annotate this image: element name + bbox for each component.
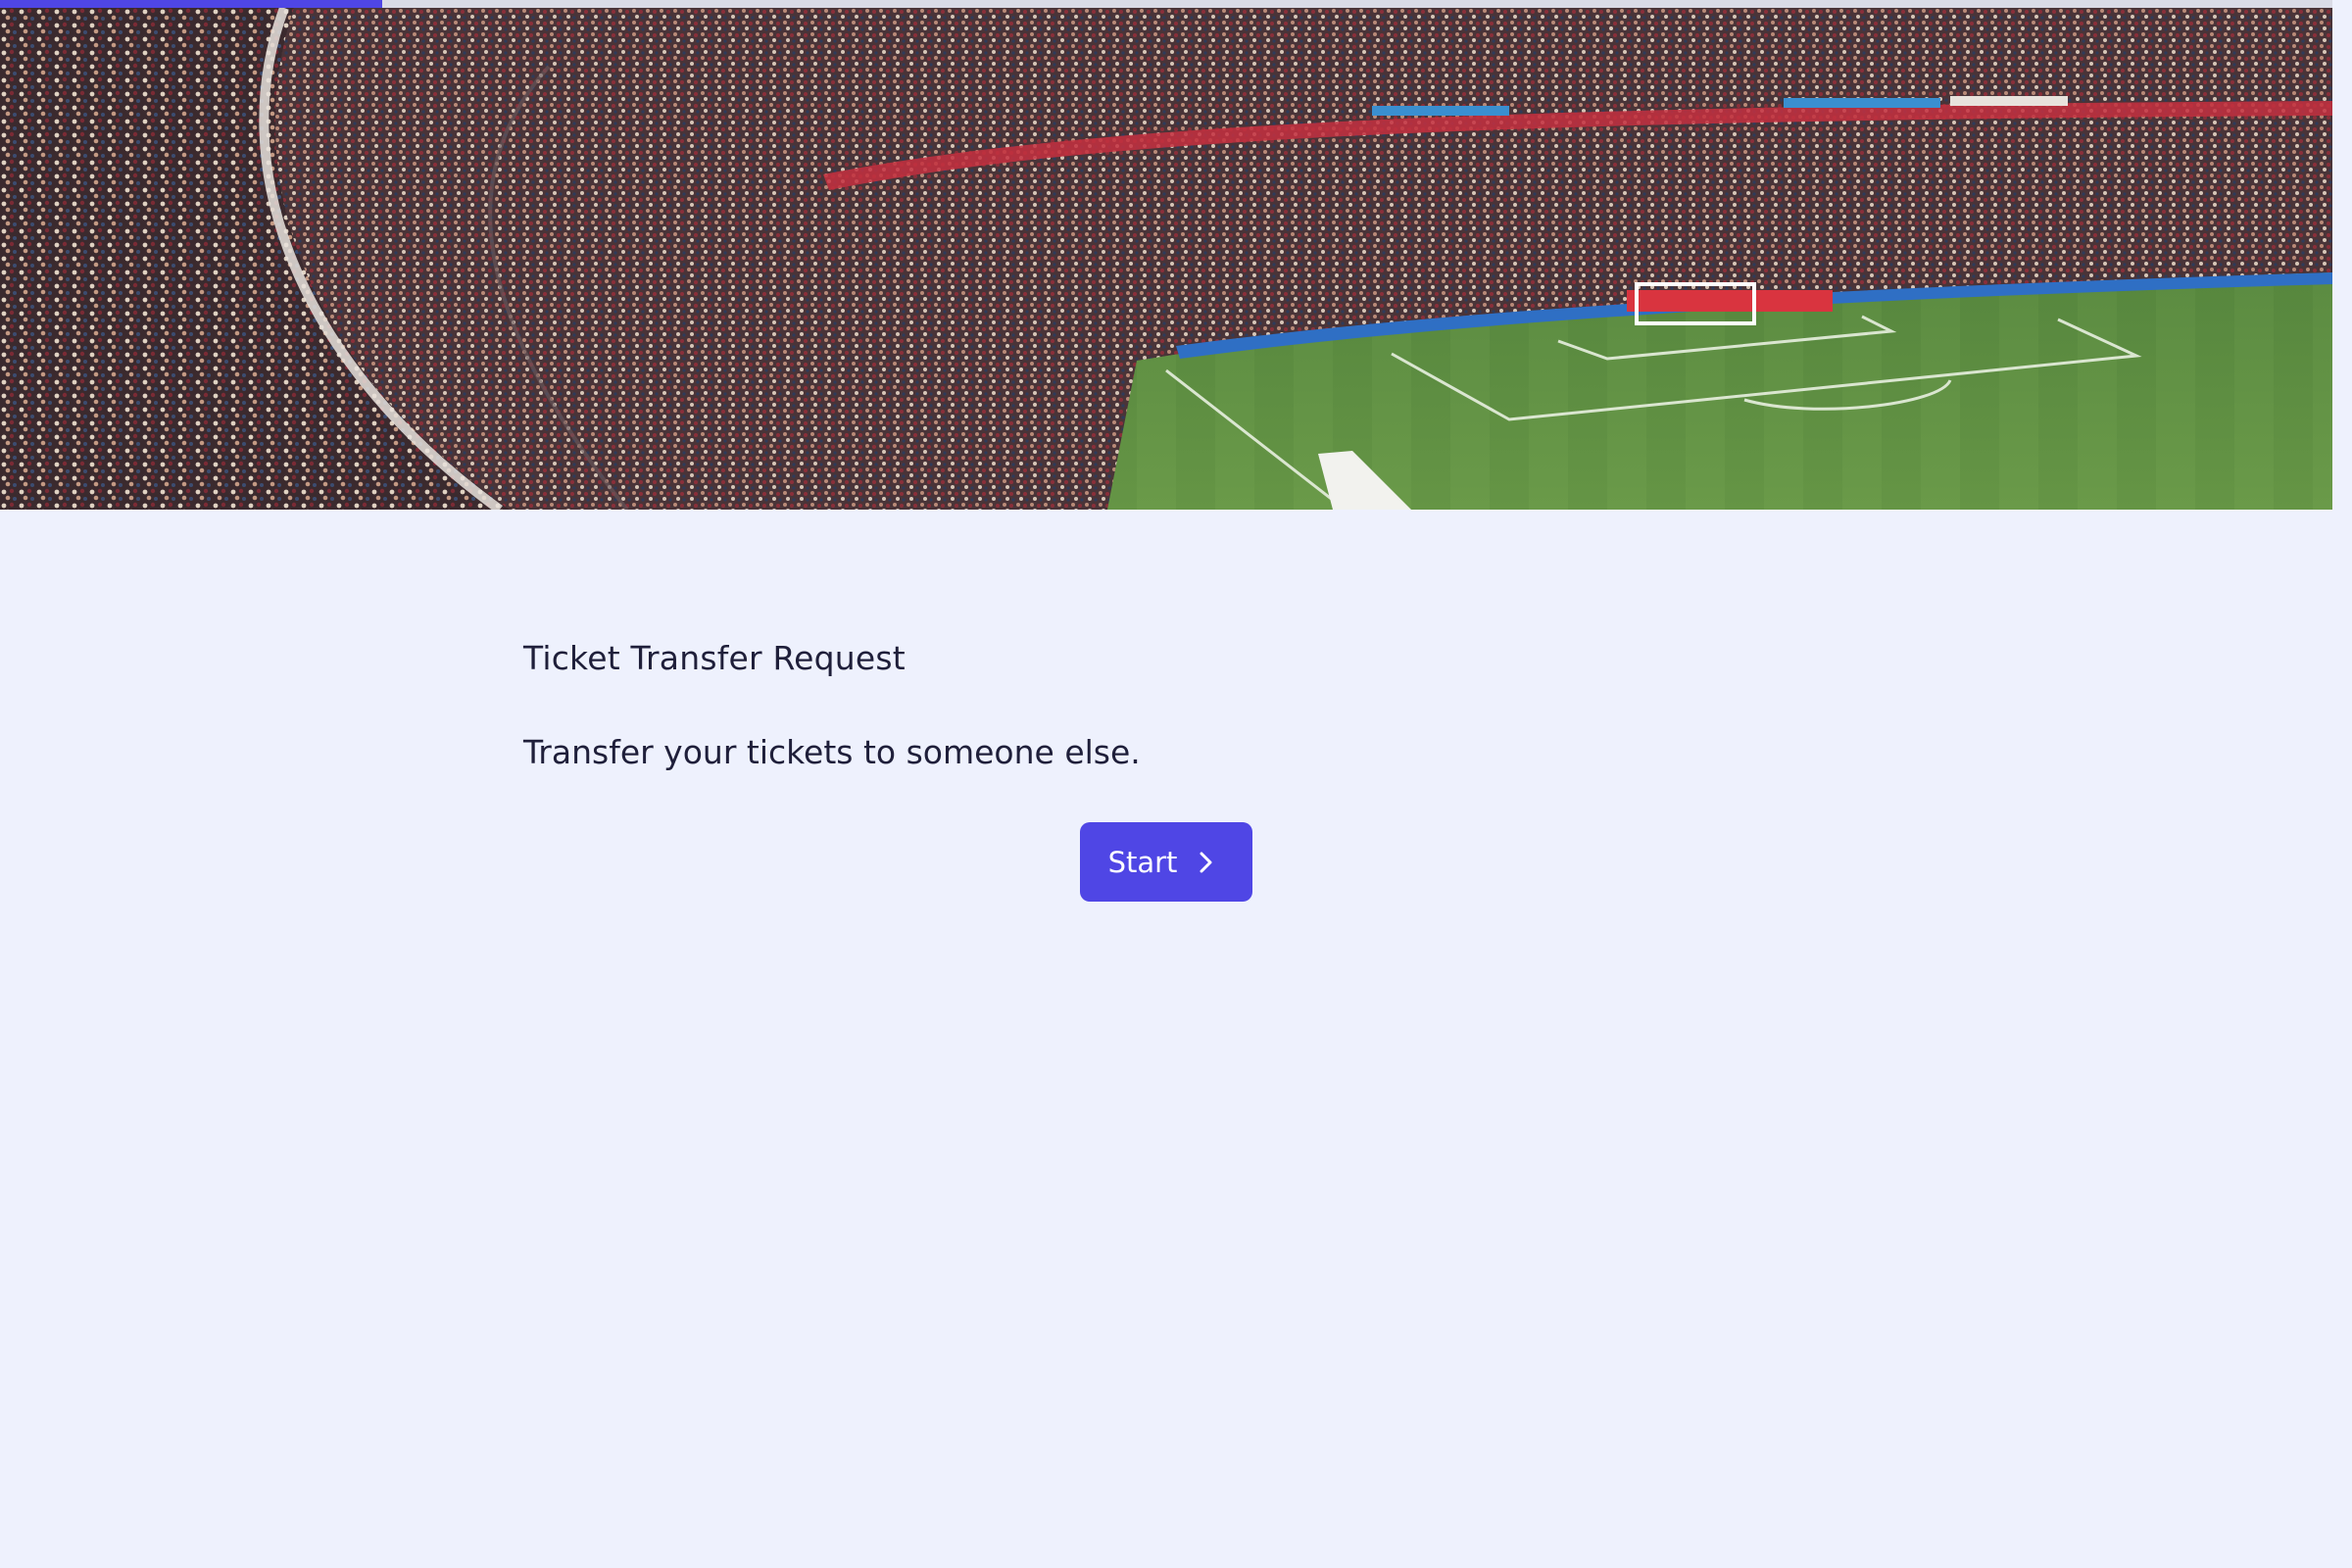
start-button-label: Start — [1107, 845, 1178, 879]
form-intro: Ticket Transfer Request Transfer your ti… — [523, 637, 1817, 774]
start-button[interactable]: Start — [1080, 822, 1252, 902]
progress-bar — [0, 0, 2332, 8]
page-title: Ticket Transfer Request — [523, 639, 906, 677]
hero-image — [0, 8, 2332, 510]
progress-bar-fill — [0, 0, 383, 8]
form-description: Transfer your tickets to someone else. — [523, 733, 1141, 771]
chevron-right-icon — [1193, 850, 1218, 875]
